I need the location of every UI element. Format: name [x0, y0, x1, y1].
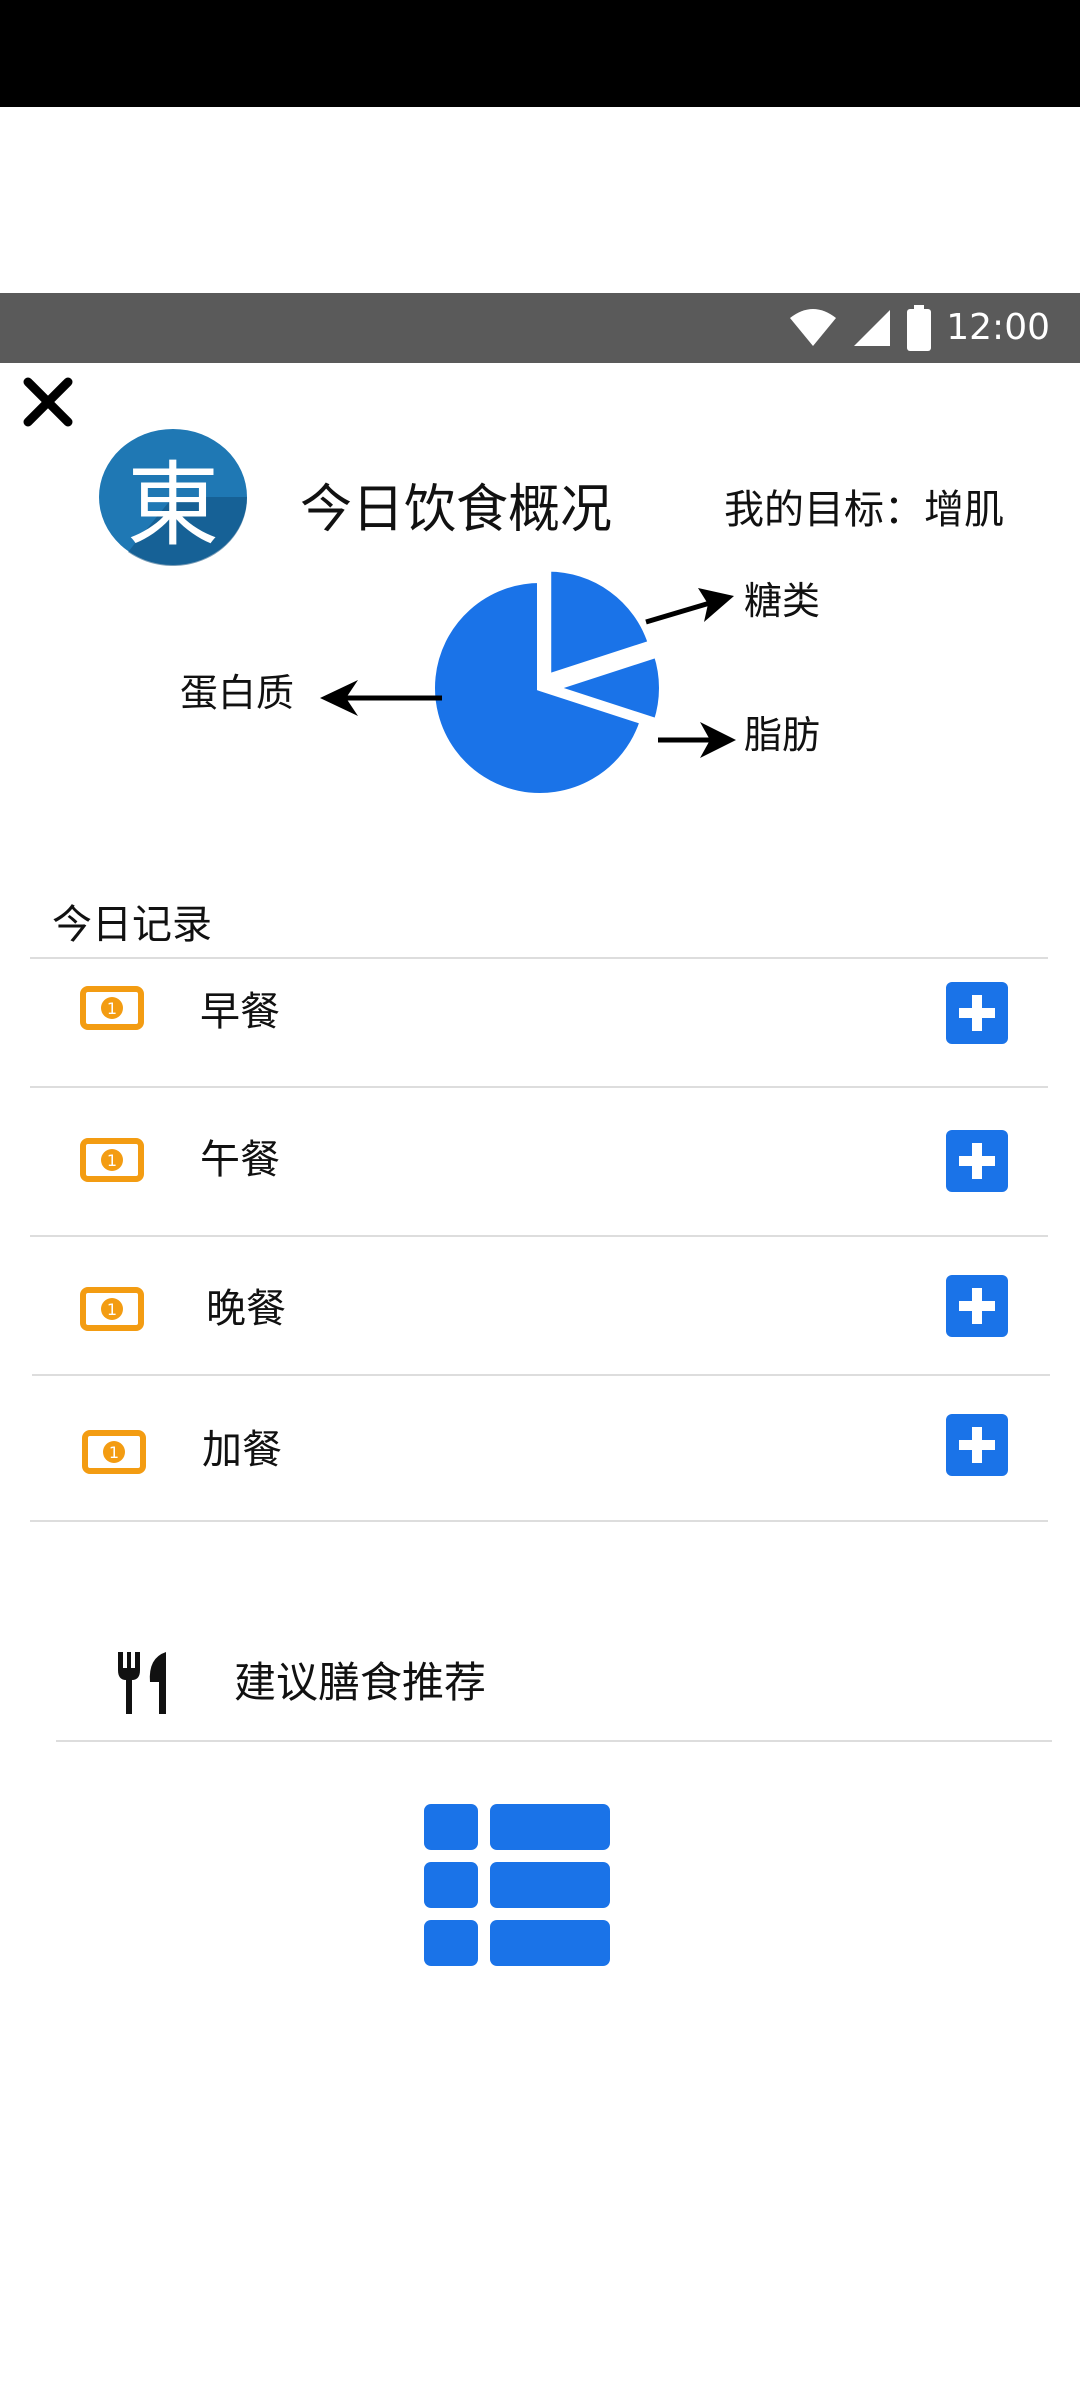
battery-icon — [907, 305, 932, 351]
divider — [56, 1740, 1052, 1742]
signal-icon — [854, 310, 891, 346]
arrow-fat — [658, 722, 736, 758]
svg-text:1: 1 — [107, 999, 117, 1018]
add-breakfast-button[interactable] — [946, 982, 1008, 1044]
status-time: 12:00 — [946, 307, 1050, 348]
divider — [30, 957, 1048, 959]
recommend-label: 建议膳食推荐 — [234, 1658, 487, 1707]
add-snack-button[interactable] — [946, 1414, 1008, 1476]
add-lunch-button[interactable] — [946, 1130, 1008, 1192]
top-black-bar — [0, 0, 1080, 107]
goal-label: 我的目标：增肌 — [724, 487, 1004, 533]
arrow-sugar — [645, 588, 734, 625]
top-spacer — [0, 107, 1080, 293]
meal-row-lunch[interactable]: 1 午餐 — [30, 1088, 1048, 1234]
meal-label: 晚餐 — [206, 1286, 286, 1332]
money-icon: 1 — [82, 1430, 146, 1474]
records-section-title: 今日记录 — [52, 902, 212, 948]
meal-label: 加餐 — [202, 1427, 282, 1473]
status-bar: 12:00 — [0, 293, 1080, 363]
app-logo: 東 — [98, 428, 248, 567]
meal-row-snack[interactable]: 1 加餐 — [30, 1376, 1048, 1520]
svg-text:1: 1 — [109, 1443, 119, 1462]
list-view-icon[interactable] — [424, 1804, 610, 1966]
wifi-icon — [790, 309, 837, 346]
nutrition-pie-chart: 蛋白质 糖类 脂肪 — [180, 560, 880, 810]
label-protein: 蛋白质 — [180, 671, 295, 715]
meal-row-dinner[interactable]: 1 晚餐 — [30, 1237, 1048, 1373]
meal-row-breakfast[interactable]: 1 早餐 — [30, 960, 1048, 1086]
add-dinner-button[interactable] — [946, 1275, 1008, 1337]
logo-char: 東 — [126, 451, 219, 559]
svg-text:1: 1 — [107, 1300, 117, 1319]
meal-label: 午餐 — [200, 1137, 280, 1183]
divider — [30, 1520, 1048, 1522]
money-icon: 1 — [80, 986, 144, 1030]
close-icon[interactable] — [18, 372, 78, 432]
svg-text:1: 1 — [107, 1151, 117, 1170]
page-title: 今日饮食概况 — [300, 480, 613, 540]
money-icon: 1 — [80, 1138, 144, 1182]
meal-label: 早餐 — [200, 989, 280, 1035]
label-sugar: 糖类 — [744, 579, 821, 623]
fork-knife-icon — [118, 1652, 166, 1714]
money-icon: 1 — [80, 1287, 144, 1331]
label-fat: 脂肪 — [744, 713, 821, 757]
arrow-protein — [320, 680, 442, 716]
recommend-row[interactable]: 建议膳食推荐 — [56, 1630, 1052, 1740]
